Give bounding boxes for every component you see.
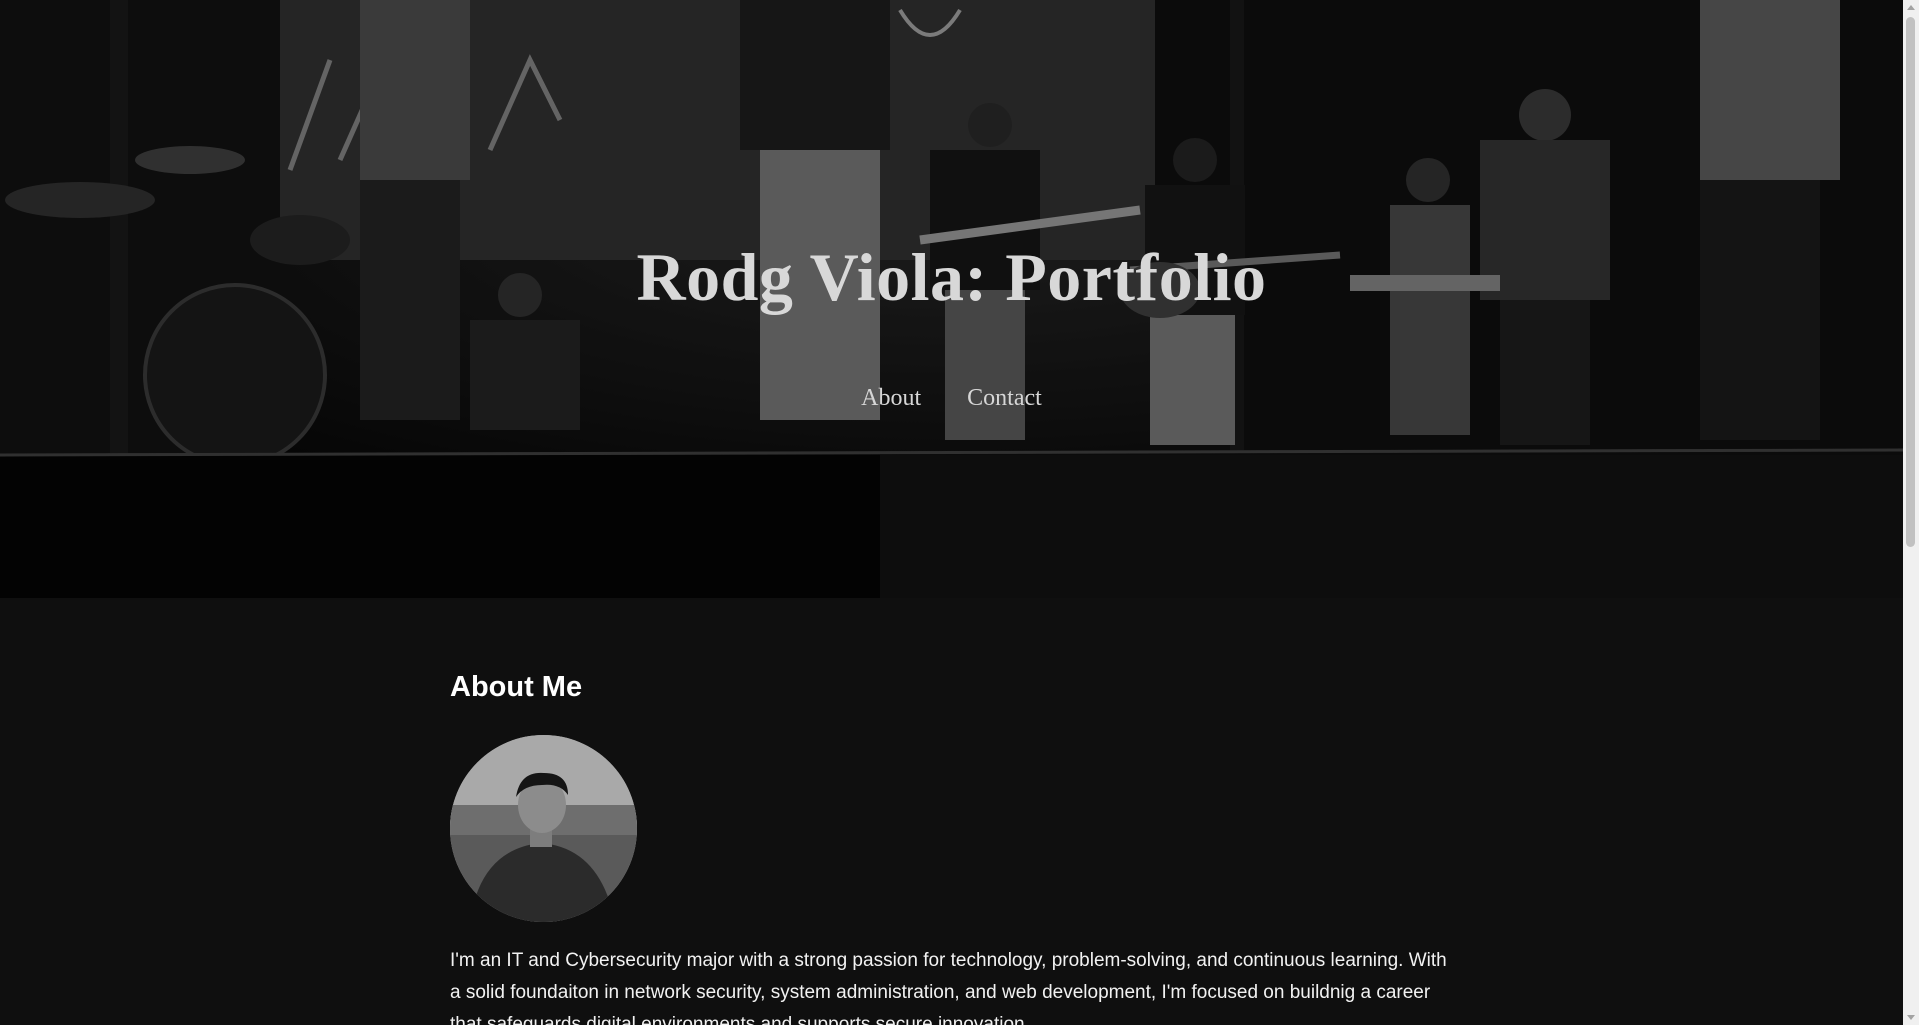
page-scrollbar[interactable]: [1903, 0, 1919, 1025]
hero-banner: Rodg Viola: Portfolio About Contact: [0, 0, 1903, 598]
nav-link-about[interactable]: About: [861, 385, 921, 411]
about-paragraph: I'm an IT and Cybersecurity major with a…: [450, 950, 1447, 1025]
scroll-down-arrow-icon[interactable]: [1907, 1015, 1915, 1020]
about-heading: About Me: [450, 671, 583, 703]
main-nav: About Contact: [0, 380, 1903, 416]
nav-link-contact[interactable]: Contact: [967, 385, 1042, 411]
profile-photo: [450, 735, 637, 922]
page: Rodg Viola: Portfolio About Contact Abou…: [0, 0, 1903, 1025]
page-title: Rodg Viola: Portfolio: [636, 239, 1267, 315]
scroll-up-arrow-icon[interactable]: [1907, 5, 1915, 10]
about-section: About Me I'm an IT and Cybersecurity maj…: [450, 660, 1450, 1025]
scroll-thumb[interactable]: [1906, 17, 1915, 547]
